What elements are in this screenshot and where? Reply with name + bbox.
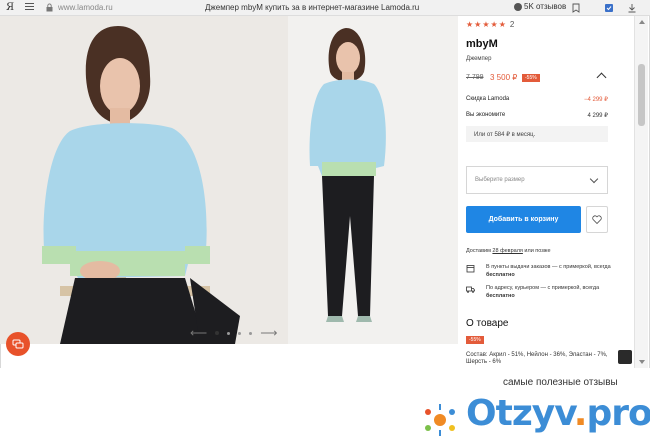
chevron-down-icon [589,174,599,184]
favorite-button[interactable] [586,206,608,233]
product-info-panel: ★★★★★ 2 mbyM Джемпер 7 799 3 500 ₽ -55% С… [458,16,634,368]
watermark-slogan: самые полезные отзывы [503,377,618,388]
arrow-right-icon[interactable]: ⟶ [260,326,277,340]
address-bar[interactable]: www.lamoda.ru [58,3,113,12]
product-type: Джемпер [466,56,492,62]
courier-text: По адресу, курьером — с примеркой, всегд… [486,285,600,291]
rating[interactable]: ★★★★★ 2 [466,20,514,29]
about-heading: О товаре [466,318,509,329]
scrollbar[interactable] [634,16,648,368]
reviews-label: 5K отзывов [524,2,567,11]
browser-toolbar: Я www.lamoda.ru Джемпер mbyM купить за в… [0,0,650,16]
extensions-icon[interactable] [604,3,614,13]
heart-icon [592,215,602,224]
discount-badge: -55% [522,74,540,82]
rating-stars: ★★★★★ [466,20,507,29]
menu-icon[interactable] [25,3,34,12]
delivery-prefix: Доставим [466,248,491,254]
review-count: 2 [509,20,515,29]
logo-main: Otzyv [466,393,575,434]
courier-free: бесплатно [486,293,515,299]
chevron-up-icon[interactable] [596,72,607,83]
reviews-button[interactable]: 5K отзывов [514,2,566,11]
model-seated-image [0,16,288,344]
savings-row: Вы экономите 4 299 ₽ [466,112,608,119]
bookmark-icon[interactable] [571,3,581,13]
pickup-point-icon [466,265,475,273]
scroll-thumb[interactable] [638,64,645,126]
otzyv-logo-text: Otzyv.pro [466,393,650,434]
carousel-dot[interactable] [249,331,253,335]
reviews-icon [514,2,522,11]
new-price: 3 500 ₽ [490,73,518,82]
arrow-left-icon[interactable]: ⟵ [190,326,207,340]
brand-name[interactable]: mbyM [466,38,498,50]
size-select[interactable]: Выберите размер [466,166,608,194]
discount-row: Скидка Lamoda −4 299 ₽ [466,96,608,103]
installment-info[interactable]: Или от 584 ₽ в месяц. [466,126,608,142]
delivery-date: Доставим 28 февраля или позже [466,248,551,254]
pickup-text: В пункты выдачи заказов — с примеркой, в… [486,264,611,270]
carousel-dot[interactable] [215,331,220,335]
scroll-up-icon[interactable] [639,20,645,24]
carousel-dot[interactable] [227,331,231,335]
product-photo-secondary[interactable] [288,16,458,344]
about-discount-badge: -55% [466,336,484,344]
model-standing-image [288,16,458,344]
size-placeholder: Выберите размер [475,177,525,183]
composition-text: Состав: Акрил - 51%, Нейлон - 36%, Эласт… [466,352,608,365]
delivery-date-link[interactable]: 28 февраля [492,248,522,254]
page-title: Джемпер mbyM купить за в интернет-магази… [205,3,420,12]
discount-value: −4 299 ₽ [583,97,608,103]
old-price: 7 799 [466,74,484,81]
courier-truck-icon [466,286,475,293]
savings-label: Вы экономите [466,112,506,118]
logo-tail: pro [586,393,650,434]
product-photo-main[interactable] [0,16,288,344]
feedback-icon[interactable] [618,350,632,364]
lock-icon [46,3,53,12]
discount-label: Скидка Lamoda [466,96,510,102]
pickup-free: бесплатно [486,272,515,278]
delivery-suffix: или позже [524,248,551,254]
yandex-logo[interactable]: Я [6,2,14,13]
chat-button[interactable] [6,332,30,356]
carousel-dot[interactable] [238,331,242,335]
scroll-down-icon[interactable] [639,360,645,364]
chat-icon [12,339,24,349]
add-to-cart-button[interactable]: Добавить в корзину [466,206,581,233]
otzyv-logo-icon [425,404,455,436]
savings-value: 4 299 ₽ [587,113,609,119]
carousel-controls: ⟵ ⟶ [190,326,277,340]
download-icon[interactable] [627,3,637,13]
logo-dot: . [573,393,588,434]
